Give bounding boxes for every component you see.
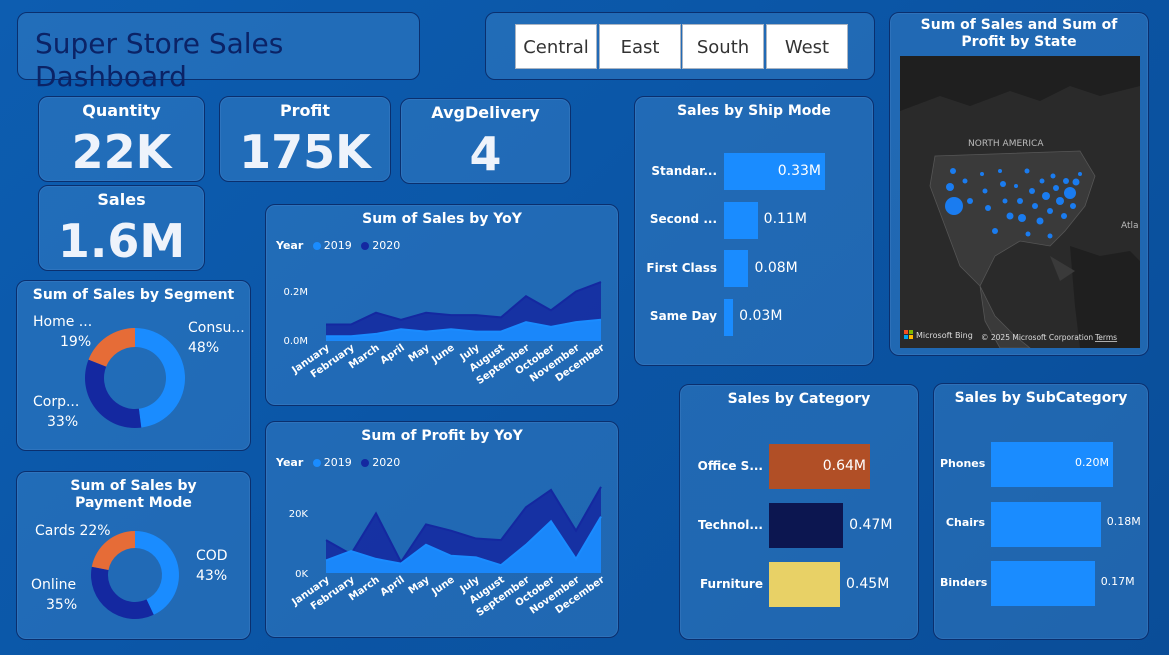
map-copyright: © 2025 Microsoft Corporation: [981, 333, 1093, 342]
segment-slice[interactable]: [88, 328, 135, 367]
subcategory-bar[interactable]: [991, 561, 1095, 606]
profit-yoy-xtick: April: [379, 574, 407, 598]
segment-card[interactable]: Sum of Sales by Segment Consu... 48% Corp.…: [16, 280, 251, 451]
ship-mode-category-label: First Class: [646, 260, 717, 275]
subcategory-title: Sales by SubCategory: [954, 390, 1128, 406]
payment-label: Online: [31, 577, 76, 593]
ship-mode-category-label: Standar...: [651, 163, 717, 178]
profit-yoy-area-chart: 0K20KJanuaryFebruaryMarchApril MayJune Jul…: [289, 486, 607, 619]
kpi-avg-delivery-card: AvgDelivery 4: [400, 98, 571, 184]
category-value-label: 0.45M: [846, 575, 890, 592]
kpi-sales-label: Sales: [97, 190, 146, 209]
map-terms-link[interactable]: Terms: [1094, 333, 1117, 342]
ship-mode-value-label: 0.03M: [739, 308, 783, 324]
region-button-west[interactable]: West: [766, 24, 848, 69]
dashboard-title-card: Super Store Sales Dashboard: [17, 12, 420, 93]
category-bar[interactable]: [769, 562, 841, 607]
subcategory-bar[interactable]: [991, 501, 1101, 547]
sales-yoy-area-chart: 0.0M0.2MJanuaryFebruaryMarchApril MayJune…: [283, 281, 607, 387]
payment-percent: 35%: [46, 597, 77, 613]
category-category-label: Technol...: [698, 517, 763, 532]
map-svg: NORTH AMERICA Atla Microsoft Bing © 2025…: [900, 56, 1140, 348]
ship-mode-category-label: Second ...: [649, 212, 717, 226]
map-bing-label: Microsoft Bing: [916, 331, 973, 340]
profit-yoy-ytick: 20K: [289, 509, 309, 520]
sales-yoy-xtick: May: [407, 342, 432, 364]
ship-mode-value-label: 0.08M: [754, 259, 798, 276]
category-value-label: 0.64M: [822, 457, 866, 474]
payment-label: Cards 22%: [35, 523, 111, 539]
ship-mode-bar[interactable]: [724, 250, 749, 287]
ship-mode-category-label: Same Day: [649, 309, 717, 323]
ship-mode-bar[interactable]: [724, 201, 758, 239]
map-side-label: Atla: [1121, 221, 1139, 231]
category-category-label: Furniture: [699, 576, 763, 591]
ship-mode-card[interactable]: Sales by Ship Mode Standar... 0.33M Second…: [634, 96, 874, 366]
payment-percent: 43%: [196, 568, 227, 584]
sales-yoy-card[interactable]: Sum of Sales by YoY Year 2019 2020 0.0M 0…: [265, 204, 619, 406]
profit-yoy-ytick: 0K: [295, 569, 308, 580]
profit-yoy-card[interactable]: Sum of Profit by YoY Year 2019 2020 0K 20…: [265, 421, 619, 638]
subcategory-category-label: Phones: [940, 456, 986, 470]
state-map[interactable]: NORTH AMERICA Atla Microsoft Bing © 2025…: [900, 56, 1140, 348]
ship-mode-bar[interactable]: [724, 298, 734, 336]
dashboard-title: Super Store Sales Dashboard: [35, 27, 284, 93]
category-category-label: Office S...: [697, 458, 763, 473]
sales-yoy-ytick: 0.0M: [283, 336, 308, 347]
map-region-label: NORTH AMERICA: [968, 139, 1044, 149]
subcategory-value-label: 0.17M: [1100, 574, 1135, 588]
category-title: Sales by Category: [727, 391, 871, 407]
kpi-profit-label: Profit: [279, 101, 331, 120]
kpi-sales-card: Sales 1.6M: [38, 185, 205, 271]
kpi-profit-value: 175K: [239, 125, 371, 179]
kpi-avg-delivery-value: 4: [469, 127, 502, 181]
ship-mode-value-label: 0.33M: [777, 162, 821, 179]
kpi-sales-value: 1.6M: [57, 214, 186, 268]
ship-mode-title: Sales by Ship Mode: [677, 103, 831, 119]
kpi-quantity-card: Quantity 22K: [38, 96, 205, 182]
kpi-avg-delivery-label: AvgDelivery: [431, 103, 540, 122]
ship-mode-value-label: 0.11M: [763, 211, 807, 227]
category-card[interactable]: Sales by Category Office S... 0.64M Techno…: [679, 384, 919, 640]
region-button-east[interactable]: East: [599, 24, 681, 69]
map-title: Sum of Sales and Sum of Profit by State: [920, 17, 1118, 50]
payment-card[interactable]: Sum of Sales by Payment Mode COD 43% Onlin…: [16, 471, 251, 640]
profit-yoy-xtick: May: [407, 574, 432, 596]
sales-yoy-xtick: April: [379, 342, 407, 366]
segment-slice[interactable]: [135, 328, 185, 428]
segment-label: Home ...: [33, 314, 92, 330]
subcategory-value-label: 0.20M: [1075, 455, 1109, 469]
sales-yoy-xtick: June: [429, 342, 457, 366]
payment-label: COD: [196, 548, 228, 564]
segment-percent: 48%: [188, 340, 219, 356]
segment-percent: 33%: [47, 414, 78, 430]
subcategory-card[interactable]: Sales by SubCategory Phones 0.20M Chairs 0.…: [933, 383, 1149, 640]
kpi-quantity-value: 22K: [71, 125, 172, 179]
sales-yoy-ytick: 0.2M: [283, 287, 308, 298]
profit-yoy-xtick: June: [429, 574, 457, 598]
payment-donut-chart: COD 43% Online 35% Cards 22%: [31, 523, 228, 619]
region-slicer: Central East South West: [485, 12, 875, 80]
payment-slice[interactable]: [91, 566, 154, 619]
kpi-quantity-label: Quantity: [82, 101, 161, 120]
region-button-south[interactable]: South: [682, 24, 764, 69]
segment-label: Consu...: [188, 320, 245, 336]
subcategory-category-label: Chairs: [945, 516, 985, 529]
segment-label: Corp...: [33, 394, 79, 410]
kpi-profit-card: Profit 175K: [219, 96, 391, 182]
segment-slice[interactable]: [84, 359, 142, 428]
region-button-central[interactable]: Central: [515, 24, 597, 69]
segment-percent: 19%: [60, 334, 91, 350]
category-value-label: 0.47M: [849, 516, 893, 533]
segment-donut-chart: Consu... 48% Corp... 33% Home ... 19%: [33, 314, 245, 430]
subcategory-value-label: 0.18M: [1106, 515, 1141, 528]
subcategory-category-label: Binders: [940, 575, 988, 589]
category-bar[interactable]: [769, 503, 844, 548]
